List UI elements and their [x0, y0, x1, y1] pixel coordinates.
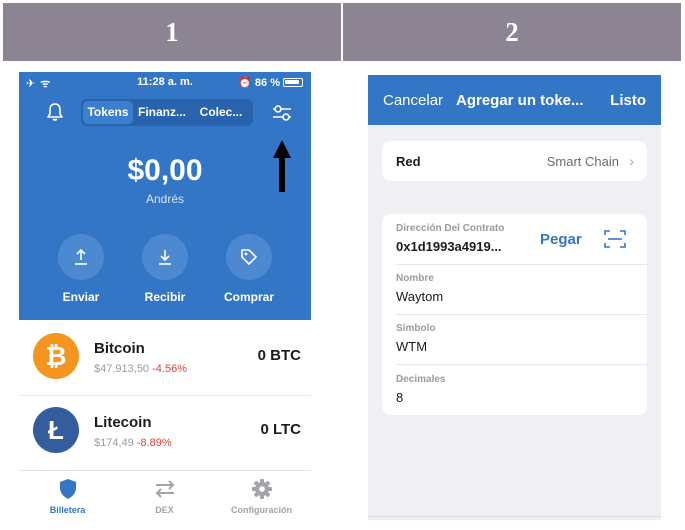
- step-number-2: 2: [505, 16, 519, 47]
- paste-button[interactable]: Pegar: [540, 231, 582, 248]
- symbol-label: Símbolo: [396, 323, 436, 334]
- contract-address-label: Dirección Del Contrato: [396, 223, 505, 234]
- step-2-header: 2: [343, 3, 681, 61]
- token-row-litecoin[interactable]: Ł Litecoin $174,49 -8.89% 0 LTC: [19, 395, 311, 467]
- wallet-name: Andrés: [145, 192, 185, 206]
- decimals-label: Decimales: [396, 374, 446, 385]
- tab-settings-label: Configuración: [231, 505, 292, 515]
- send-button[interactable]: Enviar: [35, 234, 127, 304]
- done-button[interactable]: Listo: [610, 92, 646, 109]
- send-label: Enviar: [62, 290, 100, 304]
- nav-bar: Cancelar Agregar un toke... Listo: [368, 75, 661, 125]
- decimals-value: 8: [396, 390, 404, 405]
- token-balance: 0 BTC: [257, 347, 301, 364]
- tab-tokens[interactable]: Tokens: [83, 101, 133, 124]
- receive-label: Recibir: [144, 290, 186, 304]
- buy-button[interactable]: Comprar: [203, 234, 295, 304]
- contract-address-value: 0x1d1993a4919...: [396, 239, 502, 254]
- add-token-screen: Cancelar Agregar un toke... Listo Red Sm…: [368, 75, 661, 520]
- step-1-header: 1: [3, 3, 341, 61]
- litecoin-icon: Ł: [33, 407, 79, 453]
- tag-icon: [241, 249, 257, 265]
- tab-dex-label: DEX: [155, 505, 174, 515]
- battery-status: ⏰ 86 %: [238, 76, 303, 89]
- token-change: -8.89%: [136, 437, 172, 449]
- status-bar: ✈ ᯤ 11:28 a. m. ⏰ 86 %: [19, 75, 311, 91]
- bell-icon[interactable]: [46, 102, 64, 122]
- token-balance: 0 LTC: [260, 421, 301, 438]
- wallet-screen: ✈ ᯤ 11:28 a. m. ⏰ 86 % Tokens Finanz... …: [19, 72, 311, 520]
- chevron-right-icon: ›: [629, 153, 634, 169]
- scan-qr-icon[interactable]: [604, 229, 626, 249]
- token-price-line: $174,49 -8.89%: [94, 437, 172, 449]
- battery-text: ⏰ 86 %: [238, 77, 280, 89]
- bitcoin-icon: ₿: [33, 333, 79, 379]
- network-selector[interactable]: Red Smart Chain ›: [382, 141, 647, 181]
- tab-collectibles[interactable]: Colec...: [191, 101, 251, 124]
- shield-icon: [59, 479, 76, 499]
- decimals-field[interactable]: Decimales 8: [382, 365, 647, 415]
- name-field[interactable]: Nombre Waytom: [382, 264, 647, 314]
- total-balance: $0,00: [127, 154, 203, 187]
- symbol-field[interactable]: Símbolo WTM: [382, 314, 647, 364]
- swap-arrows-icon: [155, 480, 174, 498]
- manage-tokens-icon[interactable]: [271, 103, 293, 123]
- token-name: Bitcoin: [94, 340, 145, 357]
- receive-arrow-icon: [159, 250, 171, 265]
- token-form: Dirección Del Contrato 0x1d1993a4919... …: [382, 214, 647, 415]
- network-label: Red: [396, 154, 421, 169]
- step-number-1: 1: [165, 16, 179, 47]
- cancel-button[interactable]: Cancelar: [383, 92, 443, 109]
- battery-icon: [283, 78, 303, 87]
- token-change: -4.56%: [152, 363, 187, 375]
- tab-finance[interactable]: Finanz...: [133, 101, 191, 124]
- tab-settings[interactable]: Configuración: [213, 477, 310, 515]
- token-name: Litecoin: [94, 414, 152, 431]
- name-label: Nombre: [396, 273, 434, 284]
- tab-dex[interactable]: DEX: [116, 477, 213, 515]
- token-price: $47.913,50: [94, 363, 150, 375]
- divider: [368, 516, 661, 517]
- token-price-line: $47.913,50 -4.56%: [94, 363, 187, 375]
- receive-button[interactable]: Recibir: [119, 234, 211, 304]
- gear-icon: [251, 479, 272, 499]
- name-value: Waytom: [396, 289, 444, 304]
- send-arrow-icon: [75, 248, 87, 265]
- network-value: Smart Chain: [546, 154, 619, 169]
- tab-wallet[interactable]: Billetera: [19, 477, 116, 515]
- buy-label: Comprar: [223, 290, 274, 304]
- asset-segmented-control: Tokens Finanz... Colec...: [81, 99, 253, 126]
- tab-wallet-label: Billetera: [49, 505, 86, 515]
- bottom-tab-bar: Billetera DEX Configuración: [19, 470, 311, 520]
- token-row-bitcoin[interactable]: ₿ Bitcoin $47.913,50 -4.56% 0 BTC: [19, 322, 311, 394]
- token-price: $174,49: [94, 437, 134, 449]
- page-title: Agregar un toke...: [456, 92, 584, 109]
- symbol-value: WTM: [396, 339, 428, 354]
- contract-address-field[interactable]: Dirección Del Contrato 0x1d1993a4919... …: [382, 214, 647, 264]
